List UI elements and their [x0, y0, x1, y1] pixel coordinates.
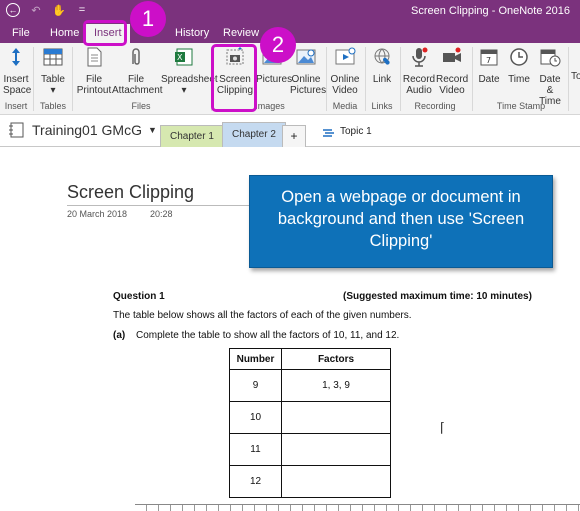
group-label-recording: Recording: [414, 101, 456, 111]
touch-mode-icon[interactable]: ✋: [52, 3, 66, 17]
section-tab-chapter-2[interactable]: Chapter 2: [222, 122, 286, 147]
page-title[interactable]: Screen Clipping: [67, 182, 194, 203]
column-header-number: Number: [229, 348, 282, 370]
link-button[interactable]: Link: [368, 46, 396, 85]
number-cell: 11: [229, 433, 282, 466]
add-section-button[interactable]: +: [282, 125, 306, 147]
step-2-badge: 2: [260, 27, 296, 63]
text-cursor-icon: ⌈: [440, 420, 446, 435]
group-label-links: Links: [371, 101, 393, 111]
calendar-clock-icon: [540, 49, 561, 67]
ribbon-separator: [568, 47, 569, 111]
question-intro: The table below shows all the factors of…: [113, 310, 412, 321]
insert-space-icon: [12, 48, 20, 66]
question-heading: Question 1: [113, 291, 165, 302]
chevron-down-icon: ▼: [147, 125, 157, 135]
page-time: 20:28: [150, 209, 173, 219]
file-printout-icon: [87, 47, 102, 67]
insert-tab-highlight: [83, 20, 127, 46]
notebook-bar: Training01 GMcG ▼ Chapter 1 Chapter 2 + …: [0, 116, 580, 147]
number-cell: 10: [229, 401, 282, 434]
ribbon-separator: [400, 47, 401, 111]
notebook-selector[interactable]: Training01 GMcG ▼: [8, 122, 157, 138]
topic-tab[interactable]: Topic 1: [322, 126, 372, 137]
group-label-media: Media: [332, 101, 358, 111]
factors-cell: [281, 401, 391, 434]
date-and-time-button[interactable]: Date & Time: [535, 46, 565, 107]
section-group-icon: [323, 128, 334, 137]
record-audio-button[interactable]: Record Audio: [402, 46, 436, 96]
excel-icon: X: [175, 48, 193, 66]
group-label-time-stamp: Time Stamp: [496, 101, 546, 111]
tab-file[interactable]: File: [12, 27, 30, 39]
table-row: 9 1, 3, 9: [229, 369, 391, 402]
group-label-tables: Tables: [39, 101, 66, 111]
calendar-icon: 7: [480, 49, 498, 66]
undo-icon[interactable]: ↶: [29, 3, 43, 17]
page-date: 20 March 2018: [67, 209, 128, 219]
date-button[interactable]: 7 Date: [475, 46, 503, 85]
link-icon: [374, 48, 390, 65]
step-1-badge: 1: [130, 1, 166, 37]
online-video-icon: [335, 47, 356, 65]
table-row: 12: [229, 465, 391, 498]
quick-access-toolbar: ← ↶ ✋ =: [6, 3, 89, 17]
group-label-files: Files: [131, 101, 151, 111]
online-video-button[interactable]: Online Video: [329, 46, 361, 96]
ribbon-separator: [33, 47, 34, 111]
factors-cell: 1, 3, 9: [281, 369, 391, 402]
grid-strip: [135, 504, 580, 511]
ribbon-separator: [326, 47, 327, 111]
table-row: 10: [229, 401, 391, 434]
ribbon-separator: [472, 47, 473, 111]
title-underline: [67, 205, 277, 206]
to-button[interactable]: To: [571, 71, 580, 82]
group-label-insert: Insert: [4, 101, 28, 111]
factors-table: Number Factors 9 1, 3, 9 10 11 12: [229, 348, 391, 498]
tab-review[interactable]: Review: [223, 27, 259, 39]
video-camera-icon: [443, 47, 461, 62]
svg-text:7: 7: [486, 56, 491, 65]
screen-clipping-highlight: [211, 44, 257, 112]
number-cell: 12: [229, 465, 282, 498]
notebook-name: Training01 GMcG: [32, 122, 142, 138]
file-printout-button[interactable]: File Printout: [75, 46, 113, 96]
record-video-button[interactable]: Record Video: [436, 46, 468, 96]
online-picture-icon: [296, 49, 316, 65]
factors-cell: [281, 433, 391, 466]
factors-cell: [281, 465, 391, 498]
notebook-icon: [9, 122, 24, 138]
number-cell: 9: [229, 369, 282, 402]
tab-home[interactable]: Home: [50, 27, 79, 39]
table-header-row: Number Factors: [229, 348, 391, 370]
question-time-note: (Suggested maximum time: 10 minutes): [343, 291, 532, 302]
file-attachment-button[interactable]: File Attachment: [112, 46, 163, 96]
back-arrow-icon[interactable]: ←: [6, 3, 20, 17]
table-button[interactable]: Table ▾: [39, 46, 67, 96]
section-tab-chapter-1[interactable]: Chapter 1: [160, 125, 224, 147]
table-icon: [43, 48, 63, 66]
clock-icon: [510, 48, 528, 66]
time-button[interactable]: Time: [505, 46, 533, 85]
ribbon-separator: [365, 47, 366, 111]
table-row: 11: [229, 433, 391, 466]
column-header-factors: Factors: [281, 348, 391, 370]
instruction-callout: Open a webpage or document in background…: [249, 175, 553, 268]
online-pictures-button[interactable]: Online Pictures: [290, 46, 326, 96]
window-title: Screen Clipping - OneNote 2016: [411, 5, 570, 17]
microphone-icon: [412, 47, 428, 67]
part-label: (a): [113, 330, 126, 341]
tab-history[interactable]: History: [175, 27, 209, 39]
customize-qat-button[interactable]: =: [75, 3, 89, 17]
paperclip-icon: [132, 48, 140, 65]
insert-space-button[interactable]: Insert Space: [3, 46, 31, 96]
part-text: Complete the table to show all the facto…: [136, 330, 400, 341]
svg-text:X: X: [177, 53, 183, 62]
ribbon-separator: [72, 47, 73, 111]
spreadsheet-button[interactable]: X Spreadsheet ▾: [161, 46, 218, 96]
